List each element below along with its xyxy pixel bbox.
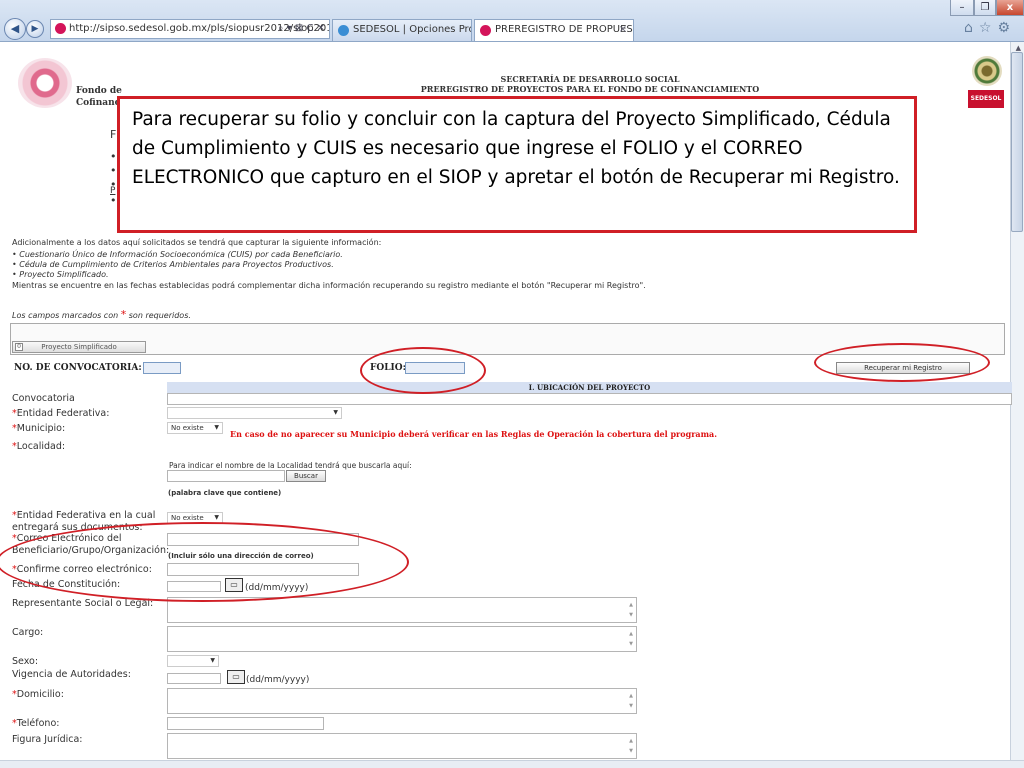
municipio-note: En caso de no aparecer su Municipio debe… (230, 429, 718, 439)
municipio-select[interactable]: No existe ▼ (167, 422, 223, 434)
vigencia-label: Vigencia de Autoridades: (12, 669, 131, 680)
calendar-icon[interactable]: ▭ (227, 670, 245, 684)
textarea-scroll-icon[interactable]: ▲ ▼ (629, 629, 633, 649)
folio-highlight-ellipse (360, 347, 486, 394)
home-favorites-tools-icon[interactable]: ⌂☆⚙ (964, 20, 1016, 36)
convocatoria-input[interactable] (143, 362, 181, 374)
scrollbar-thumb[interactable] (1011, 52, 1023, 232)
tab-label: PREREGISTRO DE PROPUES... (495, 24, 634, 35)
site-favicon-icon (480, 25, 491, 36)
site-favicon-icon (55, 23, 66, 34)
bullet-icon: • (110, 150, 117, 163)
municipio-label: *Municipio: (12, 423, 66, 434)
fund-logo-icon (18, 58, 72, 108)
textarea-scroll-icon[interactable]: ▲ ▼ (629, 691, 633, 711)
instruction-callout: Para recuperar su folio y concluir con l… (117, 96, 917, 233)
chevron-down-icon: ▼ (210, 657, 215, 664)
sexo-label: Sexo: (12, 656, 39, 667)
cargo-label: Cargo: (12, 627, 44, 638)
mexico-emblem-icon (972, 56, 1002, 86)
entidad-entrega-label: *Entidad Federativa en la cual (12, 510, 156, 521)
ministry-title: SECRETARÍA DE DESARROLLO SOCIAL (500, 74, 680, 84)
cargo-textarea[interactable]: ▲ ▼ (167, 626, 637, 652)
textarea-scroll-icon[interactable]: ▲ ▼ (629, 600, 633, 620)
entidad-select[interactable]: ▼ (167, 407, 342, 419)
tab-preregistro[interactable]: PREREGISTRO DE PROPUES... × (474, 19, 634, 41)
chevron-down-icon: ▼ (333, 409, 338, 416)
domicilio-textarea[interactable]: ▲ ▼ (167, 688, 637, 714)
page-subtitle: PREREGISTRO DE PROYECTOS PARA EL FONDO D… (420, 84, 760, 94)
convocatoria-row-label: Convocatoria (12, 393, 75, 404)
info-item-cuis: • Cuestionario Único de Información Soci… (12, 250, 343, 259)
section-title-ubicacion: I. UBICACIÓN DEL PROYECTO (167, 382, 1012, 393)
fund-name-line1: Fondo de (76, 86, 122, 96)
info-item-cedula: • Cédula de Cumplimiento de Criterios Am… (12, 260, 334, 269)
convocatoria-label: NO. DE CONVOCATORIA: (14, 363, 142, 373)
info-item-proyecto: • Proyecto Simplificado. (12, 270, 109, 279)
localidad-label: *Localidad: (12, 441, 66, 452)
bullet-icon: • (110, 164, 117, 177)
required-note: Los campos marcados con * son requeridos… (12, 308, 191, 321)
entidad-label: *Entidad Federativa: (12, 408, 110, 419)
restore-button[interactable]: ❐ (974, 0, 996, 16)
figura-juridica-textarea[interactable]: ▲ ▼ (167, 733, 637, 759)
domicilio-label: *Domicilio: (12, 689, 64, 700)
minimize-button[interactable]: – (950, 0, 974, 16)
bullet-icon: • (110, 194, 117, 207)
sexo-select[interactable]: ▼ (167, 655, 219, 667)
back-button[interactable]: ◀ (4, 18, 26, 40)
localidad-search-input[interactable] (167, 470, 285, 482)
info-intro: Adicionalmente a los datos aquí solicita… (12, 238, 382, 247)
info-dates-note: Mientras se encuentre en las fechas esta… (12, 281, 646, 290)
close-window-button[interactable]: x (996, 0, 1024, 16)
address-bar[interactable]: http://sipso.sedesol.gob.mx/pls/siopusr2… (50, 19, 330, 39)
localidad-hint: Para indicar el nombre de la Localidad t… (169, 461, 412, 470)
telefono-input[interactable] (167, 717, 324, 730)
forward-button[interactable]: ▶ (26, 20, 44, 38)
tab-label: SEDESOL | Opciones Productivas (353, 24, 471, 35)
tab-sedesol-opciones[interactable]: SEDESOL | Opciones Productivas (332, 19, 472, 41)
status-bar (0, 760, 1024, 768)
proyecto-simplificado-button[interactable]: 0 Proyecto Simplificado (12, 341, 146, 353)
keyword-note: (palabra clave que contiene) (168, 489, 282, 497)
telefono-label: *Teléfono: (12, 718, 60, 729)
email-highlight-ellipse (0, 522, 409, 602)
sedesol-logo: SEDESOL (968, 90, 1004, 108)
ie-favicon-icon (338, 25, 349, 36)
project-checkbox[interactable]: 0 (15, 343, 23, 351)
hidden-text-fragment: F (110, 128, 117, 141)
date-format-hint: (dd/mm/yyyy) (246, 675, 310, 685)
close-tab-icon[interactable]: × (619, 20, 627, 40)
convocatoria-field[interactable] (167, 393, 1012, 405)
vigencia-input[interactable] (167, 673, 221, 684)
figura-juridica-label: Figura Jurídica: (12, 734, 83, 745)
chevron-down-icon: ▼ (214, 424, 219, 431)
recover-button-highlight-ellipse (814, 343, 990, 382)
buscar-button[interactable]: Buscar (286, 470, 326, 482)
textarea-scroll-icon[interactable]: ▲ ▼ (629, 736, 633, 756)
scroll-up-icon[interactable]: ▲ (1016, 44, 1021, 52)
address-tools[interactable]: ⌕ ▾ ⊠ C ✕ (278, 20, 325, 38)
